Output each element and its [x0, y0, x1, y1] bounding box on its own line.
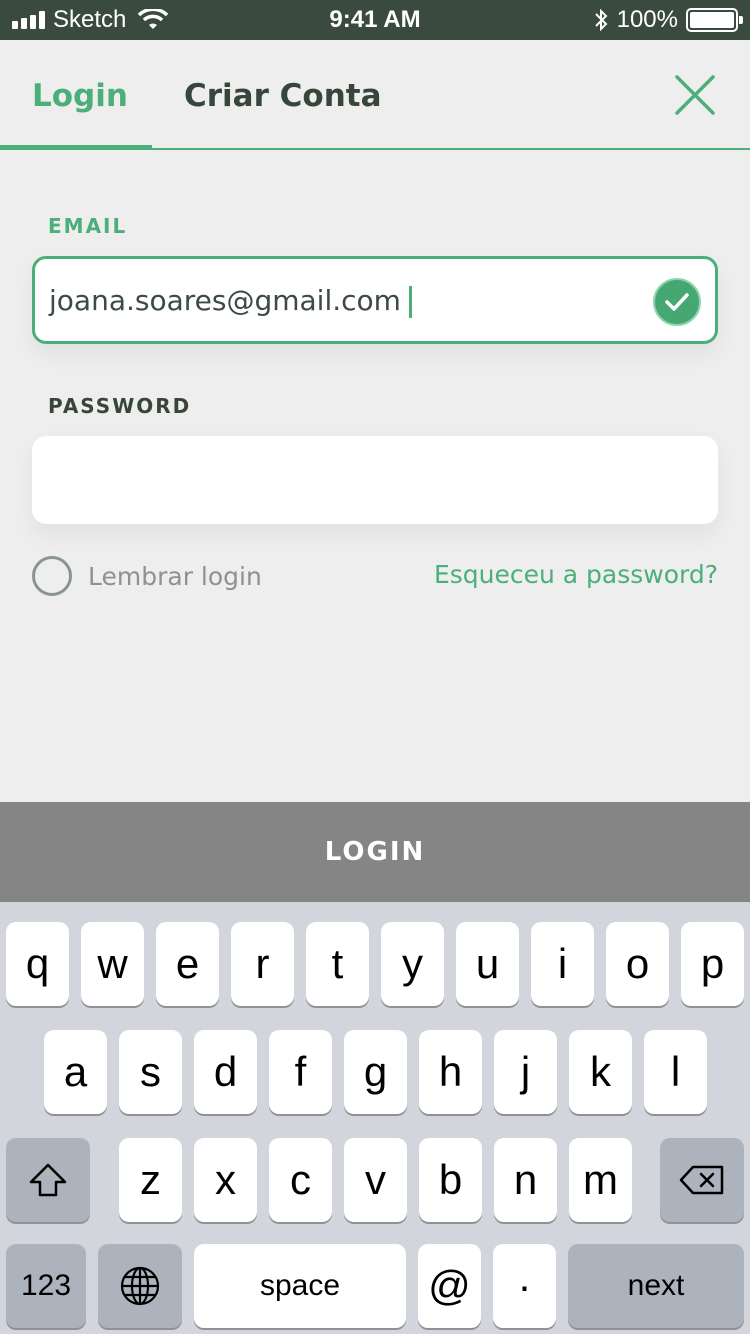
shift-icon: [29, 1163, 67, 1197]
status-bar: Sketch 9:41 AM 100%: [0, 0, 750, 40]
email-field[interactable]: joana.soares@gmail.com: [32, 256, 718, 344]
key-b[interactable]: b: [419, 1138, 482, 1222]
email-value-wrap: joana.soares@gmail.com: [49, 281, 412, 321]
key-r[interactable]: r: [231, 922, 294, 1006]
key-x[interactable]: x: [194, 1138, 257, 1222]
dot-key[interactable]: ·: [493, 1244, 556, 1328]
key-l[interactable]: l: [644, 1030, 707, 1114]
globe-key[interactable]: [98, 1244, 182, 1328]
key-o[interactable]: o: [606, 922, 669, 1006]
remember-login[interactable]: Lembrar login: [32, 556, 262, 596]
globe-icon: [120, 1266, 160, 1306]
key-t[interactable]: t: [306, 922, 369, 1006]
shift-key[interactable]: [6, 1138, 90, 1222]
key-d[interactable]: d: [194, 1030, 257, 1114]
login-button[interactable]: LOGIN: [0, 802, 750, 902]
status-right: 100%: [593, 6, 743, 34]
numbers-key[interactable]: 123: [6, 1244, 86, 1328]
auth-tabs: Login Criar Conta: [0, 40, 750, 152]
key-p[interactable]: p: [681, 922, 744, 1006]
bluetooth-icon: [594, 8, 608, 32]
key-n[interactable]: n: [494, 1138, 557, 1222]
space-key[interactable]: space: [194, 1244, 406, 1328]
remember-radio[interactable]: [32, 556, 72, 596]
key-g[interactable]: g: [344, 1030, 407, 1114]
key-h[interactable]: h: [419, 1030, 482, 1114]
key-s[interactable]: s: [119, 1030, 182, 1114]
password-label: PASSWORD: [48, 394, 192, 418]
text-caret: [408, 286, 412, 318]
valid-check-icon: [653, 278, 701, 326]
active-tab-indicator: [0, 145, 152, 150]
key-i[interactable]: i: [531, 922, 594, 1006]
backspace-key[interactable]: [660, 1138, 744, 1222]
email-value: joana.soares@gmail.com: [49, 284, 401, 317]
forgot-password-link[interactable]: Esqueceu a password?: [434, 560, 718, 589]
close-icon[interactable]: [674, 74, 716, 116]
remember-label: Lembrar login: [88, 561, 262, 591]
backspace-icon: [679, 1165, 724, 1195]
at-key[interactable]: @: [418, 1244, 481, 1328]
key-m[interactable]: m: [569, 1138, 632, 1222]
keyboard: q w e r t y u i o p a s d f g h j k l z …: [0, 902, 750, 1334]
key-j[interactable]: j: [494, 1030, 557, 1114]
battery-icon: [686, 8, 743, 32]
key-a[interactable]: a: [44, 1030, 107, 1114]
next-key[interactable]: next: [568, 1244, 744, 1328]
tab-login[interactable]: Login: [32, 76, 128, 116]
key-f[interactable]: f: [269, 1030, 332, 1114]
tab-create-account[interactable]: Criar Conta: [184, 76, 382, 116]
key-e[interactable]: e: [156, 922, 219, 1006]
key-y[interactable]: y: [381, 922, 444, 1006]
password-field[interactable]: [32, 436, 718, 524]
key-c[interactable]: c: [269, 1138, 332, 1222]
key-k[interactable]: k: [569, 1030, 632, 1114]
key-v[interactable]: v: [344, 1138, 407, 1222]
battery-percent: 100%: [616, 6, 678, 33]
key-u[interactable]: u: [456, 922, 519, 1006]
login-button-label: LOGIN: [324, 837, 426, 867]
email-label: EMAIL: [48, 214, 128, 238]
key-q[interactable]: q: [6, 922, 69, 1006]
key-w[interactable]: w: [81, 922, 144, 1006]
key-z[interactable]: z: [119, 1138, 182, 1222]
